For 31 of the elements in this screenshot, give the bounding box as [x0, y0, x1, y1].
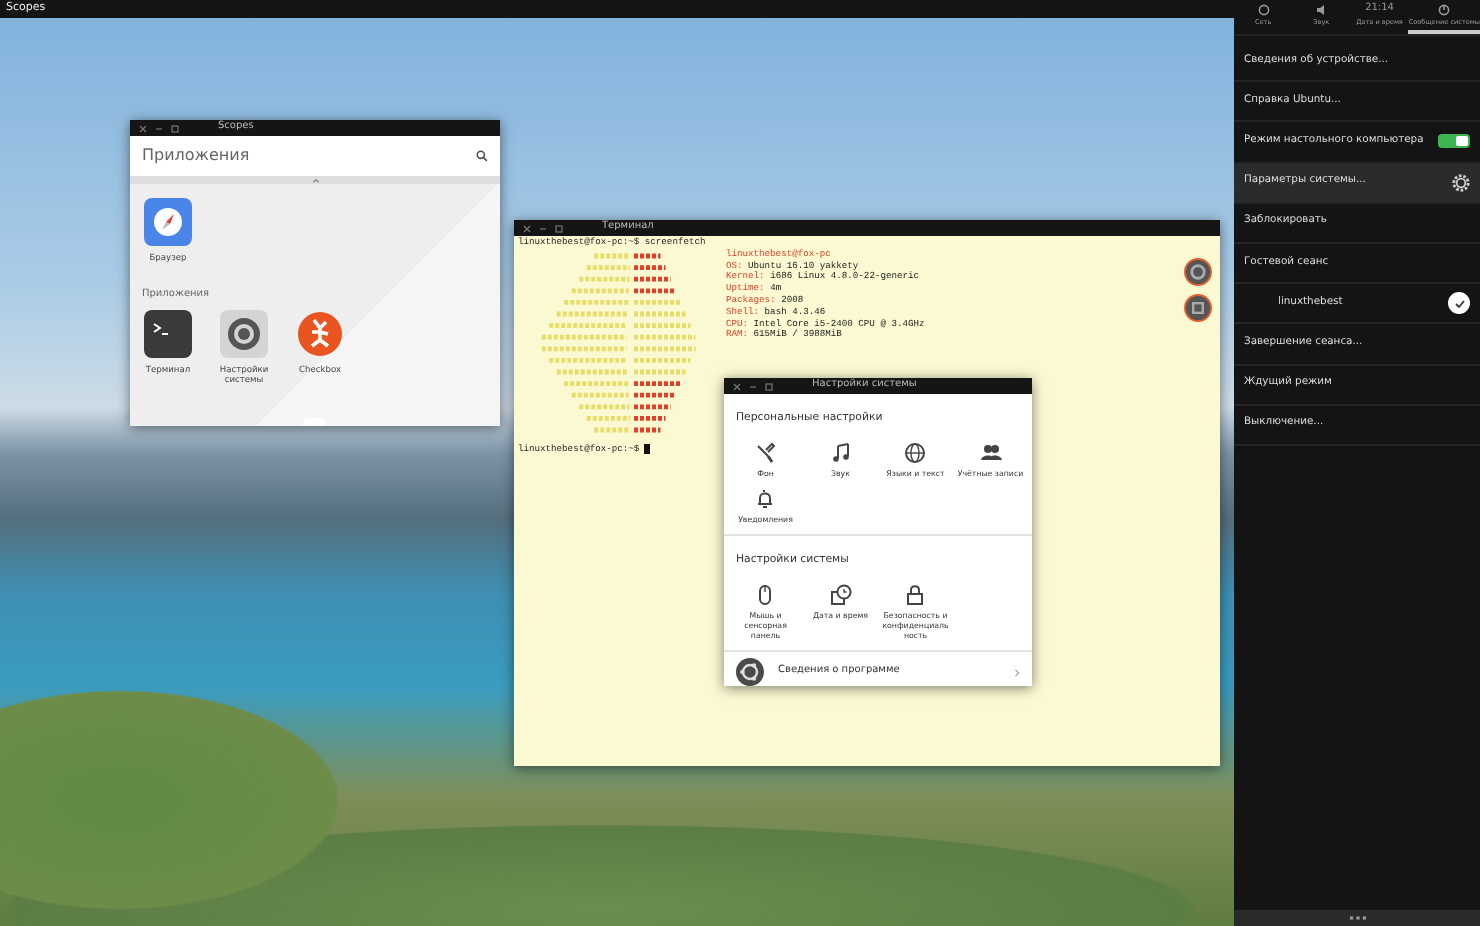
- gecko-icon[interactable]: [296, 309, 344, 358]
- close-icon[interactable]: [138, 123, 148, 133]
- check-circle-icon[interactable]: [1448, 292, 1470, 315]
- maximize-icon[interactable]: [764, 381, 774, 391]
- maximize-icon[interactable]: [170, 123, 180, 133]
- terminal-icon[interactable]: [144, 309, 192, 358]
- maximize-icon[interactable]: [554, 223, 564, 233]
- lock-icon[interactable]: [904, 583, 927, 606]
- bell-icon[interactable]: [754, 487, 777, 510]
- gear-icon[interactable]: [1452, 173, 1470, 192]
- gear-icon[interactable]: [220, 309, 268, 358]
- brush-icon[interactable]: [754, 442, 777, 465]
- ubuntu-logo-icon[interactable]: [736, 658, 764, 687]
- handle-icon[interactable]: [1349, 916, 1365, 920]
- calendar-clock-icon[interactable]: [829, 583, 852, 606]
- music-note-icon[interactable]: [829, 442, 852, 465]
- speaker-icon[interactable]: [1315, 3, 1328, 16]
- network-icon[interactable]: [1257, 3, 1270, 16]
- scope-title: Приложения: [142, 144, 250, 168]
- users-icon[interactable]: [979, 442, 1002, 465]
- close-icon[interactable]: [732, 381, 742, 391]
- toggle-switch[interactable]: [1438, 134, 1470, 149]
- close-icon[interactable]: [522, 223, 532, 233]
- mouse-icon[interactable]: [754, 583, 777, 606]
- power-icon[interactable]: [1438, 3, 1451, 16]
- compass-icon[interactable]: [144, 198, 192, 246]
- square-icon[interactable]: [1184, 294, 1212, 322]
- cursor-icon: [644, 443, 650, 454]
- globe-icon[interactable]: [904, 442, 927, 465]
- gear-icon[interactable]: [1184, 258, 1212, 286]
- search-icon[interactable]: [476, 150, 488, 162]
